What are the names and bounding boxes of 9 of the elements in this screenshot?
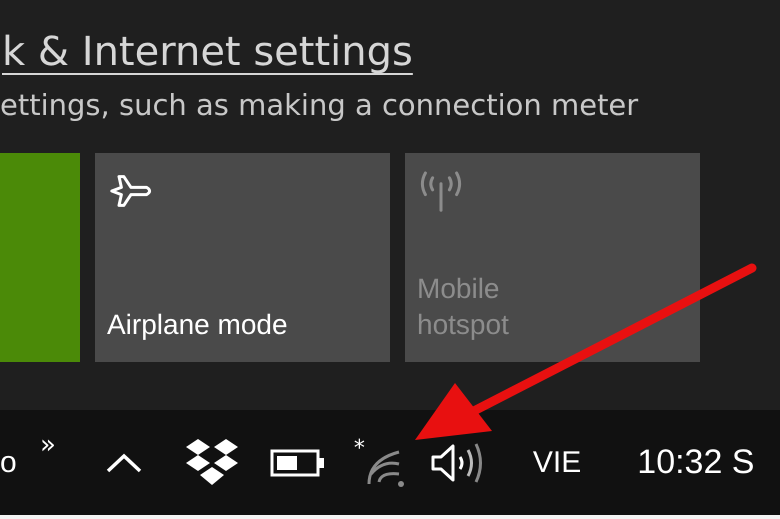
airplane-mode-tile[interactable]: Airplane mode	[95, 152, 390, 362]
clock-text[interactable]: 10:32 S	[637, 443, 754, 482]
language-indicator[interactable]: VIE	[532, 446, 582, 480]
description-text: ettings, such as making a connection meter	[0, 88, 640, 123]
wifi-button[interactable]: *	[354, 438, 409, 488]
settings-link[interactable]: k & Internet settings	[2, 28, 413, 76]
battery-icon[interactable]	[270, 448, 326, 478]
quick-action-tile[interactable]	[0, 152, 80, 362]
overflow-button[interactable]: »	[40, 432, 56, 458]
